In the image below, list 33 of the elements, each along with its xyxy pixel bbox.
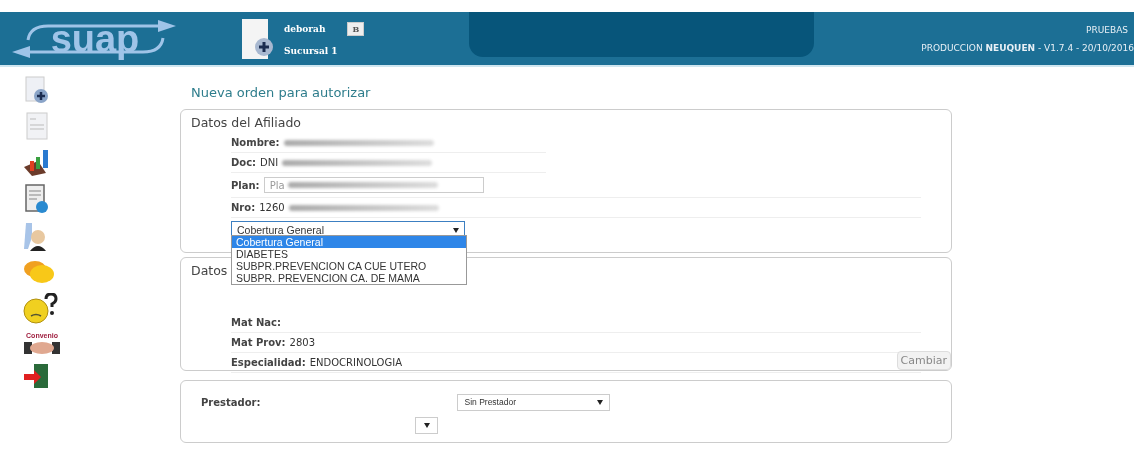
dropdown-option[interactable]: SUBPR.PREVENCION CA CUE UTERO [232,260,466,272]
field-label: Mat Nac: [231,317,281,328]
provider-select[interactable]: Sin Prestador [457,393,611,411]
field-label: Mat Prov: [231,337,286,348]
user-badge[interactable]: B [347,21,365,36]
user-name: deborah [284,23,326,34]
dropdown-option[interactable]: DIABETES [232,248,466,260]
version-label: PRODUCCION NEUQUEN - V1.7.4 - 20/10/2016 [921,42,1134,53]
environment-label: PRUEBAS [1086,24,1129,35]
page-title: Nueva orden para autorizar [191,85,372,100]
section-title: Datos [191,263,228,278]
field-value: 2803 [289,337,316,348]
field-label: Prestador: [201,396,261,408]
suap-logo: suap [7,17,183,60]
caret-icon [597,399,604,405]
field-label: Doc: [231,157,257,168]
field-value: 1260 [259,202,285,213]
help-face-icon[interactable] [22,293,58,325]
field-value: ENDOCRINOLOGIA [309,357,402,368]
field-label: Nro: [231,202,256,213]
section-title: Datos del Afiliado [191,115,301,130]
dropdown-option[interactable]: Cobertura General [232,236,466,248]
field-label: Especialidad: [231,357,306,368]
field-label: Nombre: [231,137,280,148]
field-label: Plan: [231,179,260,191]
caret-icon [423,423,430,428]
caret-icon [453,227,459,233]
branch-name: Sucursal 1 [284,45,339,56]
invoice-icon[interactable] [22,183,50,215]
dropdown-option[interactable]: SUBPR. PREVENCION CA. DE MAMA [232,272,466,284]
document-plus-icon [240,16,274,61]
field-value: DNI [260,157,279,168]
empty-select[interactable] [415,417,438,434]
